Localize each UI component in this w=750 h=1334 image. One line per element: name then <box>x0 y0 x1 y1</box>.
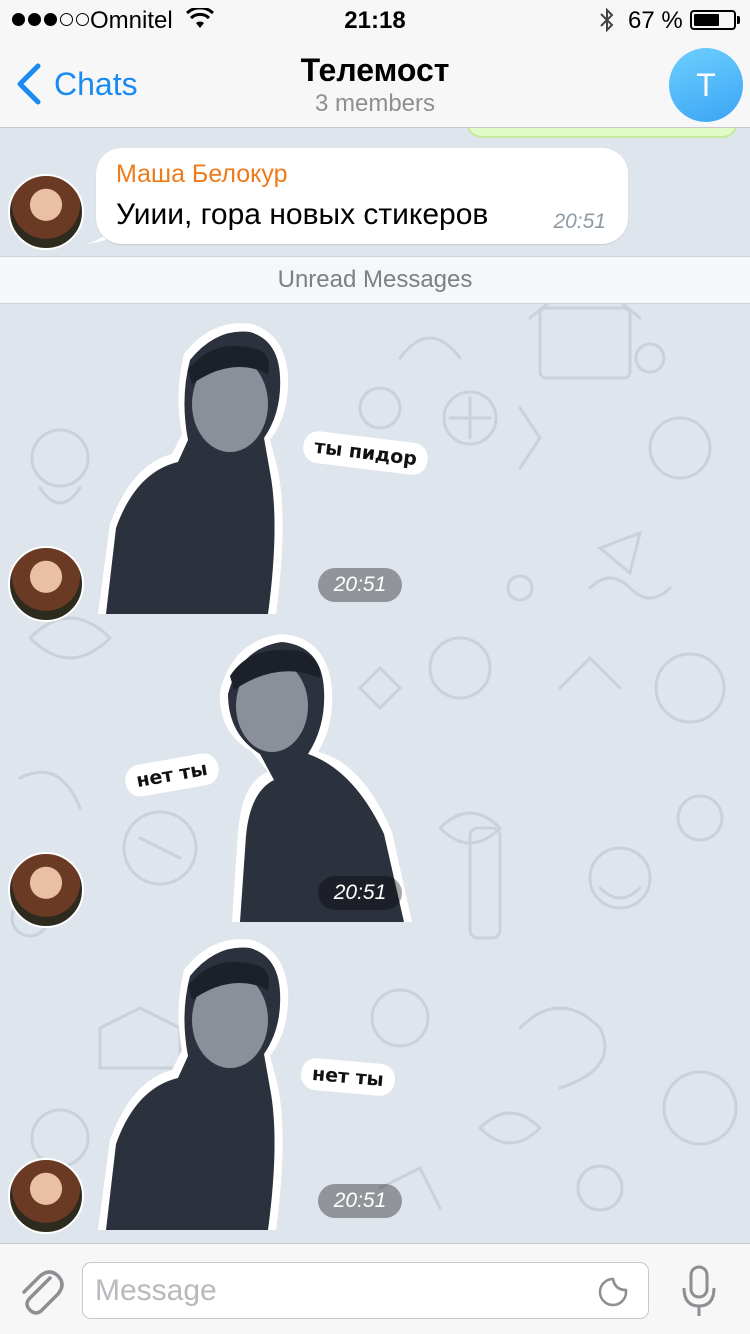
message-time: 20:51 <box>318 1184 402 1218</box>
sender-avatar[interactable] <box>8 1158 84 1234</box>
message-text: Уиии, гора новых стикеров <box>116 198 489 231</box>
sticker-icon[interactable] <box>597 1276 629 1308</box>
battery-percentage: 67 % <box>628 7 683 34</box>
chat-title[interactable]: Телемост <box>0 52 750 89</box>
sticker-message[interactable]: нет ты 20:51 <box>92 622 412 922</box>
message-composer <box>0 1243 750 1334</box>
group-avatar[interactable]: T <box>669 48 743 122</box>
paperclip-icon[interactable] <box>16 1264 64 1316</box>
message-bubble[interactable]: Маша Белокур Уиии, гора новых стикеров 2… <box>96 148 628 244</box>
message-time: 20:51 <box>553 210 606 233</box>
bluetooth-icon <box>600 7 614 33</box>
status-bar: Omnitel 21:18 67 % <box>0 0 750 40</box>
member-count: 3 members <box>314 90 436 117</box>
message-time: 20:51 <box>318 876 402 910</box>
previous-message-bubble <box>466 128 738 138</box>
chat-history[interactable]: Маша Белокур Уиии, гора новых стикеров 2… <box>0 128 750 1243</box>
message-time: 20:51 <box>318 568 402 602</box>
sender-avatar[interactable] <box>8 174 84 250</box>
message-input[interactable] <box>82 1262 649 1319</box>
sender-avatar[interactable] <box>8 546 84 622</box>
sticker-message[interactable]: ты пидор 20:51 <box>92 314 427 614</box>
sticker-message[interactable]: нет ты 20:51 <box>92 930 412 1230</box>
unread-messages-divider: Unread Messages <box>0 256 750 304</box>
chat-header: Chats Телемост 3 members T <box>0 40 750 128</box>
microphone-icon[interactable] <box>680 1264 718 1318</box>
battery-icon <box>690 10 736 30</box>
sender-avatar[interactable] <box>8 852 84 928</box>
sender-name[interactable]: Маша Белокур <box>116 160 288 189</box>
